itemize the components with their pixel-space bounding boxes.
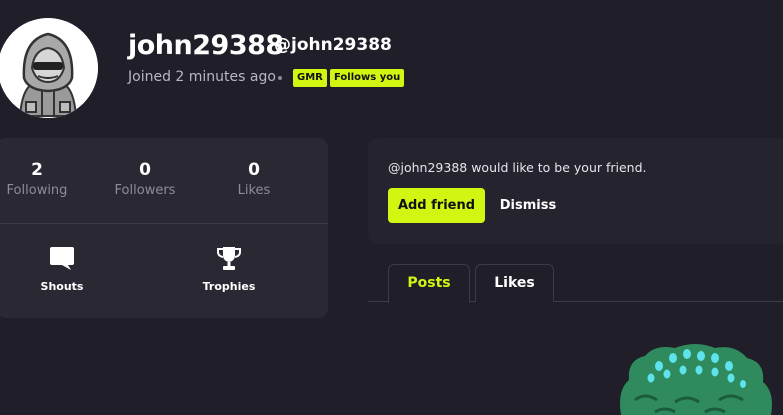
profile-display-name: john29388 <box>128 30 284 61</box>
profile-handle: @john29388 <box>274 35 392 55</box>
add-friend-button[interactable]: Add friend <box>388 188 485 223</box>
shouts-label: Shouts <box>40 280 84 293</box>
trophy-icon <box>217 247 241 270</box>
hooded-figure-avatar-icon <box>0 18 98 118</box>
stat-likes-value: 0 <box>248 160 260 180</box>
dismiss-button[interactable]: Dismiss <box>496 188 560 223</box>
stat-following-value: 2 <box>31 160 43 180</box>
tab-likes[interactable]: Likes <box>475 264 554 302</box>
stats-divider <box>0 223 328 224</box>
tab-posts[interactable]: Posts <box>388 264 470 303</box>
shouts-button[interactable]: Shouts <box>22 244 102 293</box>
stat-followers-label: Followers <box>114 183 176 198</box>
separator-dot <box>278 76 282 80</box>
stat-followers[interactable]: 0 Followers <box>100 160 190 198</box>
gmr-badge: GMR <box>293 69 327 87</box>
friend-request-message: @john29388 would like to be your friend. <box>388 160 647 175</box>
stat-likes-label: Likes <box>237 183 271 198</box>
trophies-label: Trophies <box>202 280 256 293</box>
stat-following[interactable]: 2 Following <box>0 160 82 198</box>
stat-likes[interactable]: 0 Likes <box>209 160 299 198</box>
green-monster-mascot-icon <box>620 344 772 415</box>
joined-date: Joined 2 minutes ago <box>128 69 276 85</box>
trophies-button[interactable]: Trophies <box>189 244 269 293</box>
stat-followers-value: 0 <box>139 160 151 180</box>
stat-following-label: Following <box>6 183 68 198</box>
profile-avatar[interactable] <box>0 18 98 118</box>
speech-bubble-icon <box>50 247 74 270</box>
follows-you-badge: Follows you <box>330 69 405 87</box>
